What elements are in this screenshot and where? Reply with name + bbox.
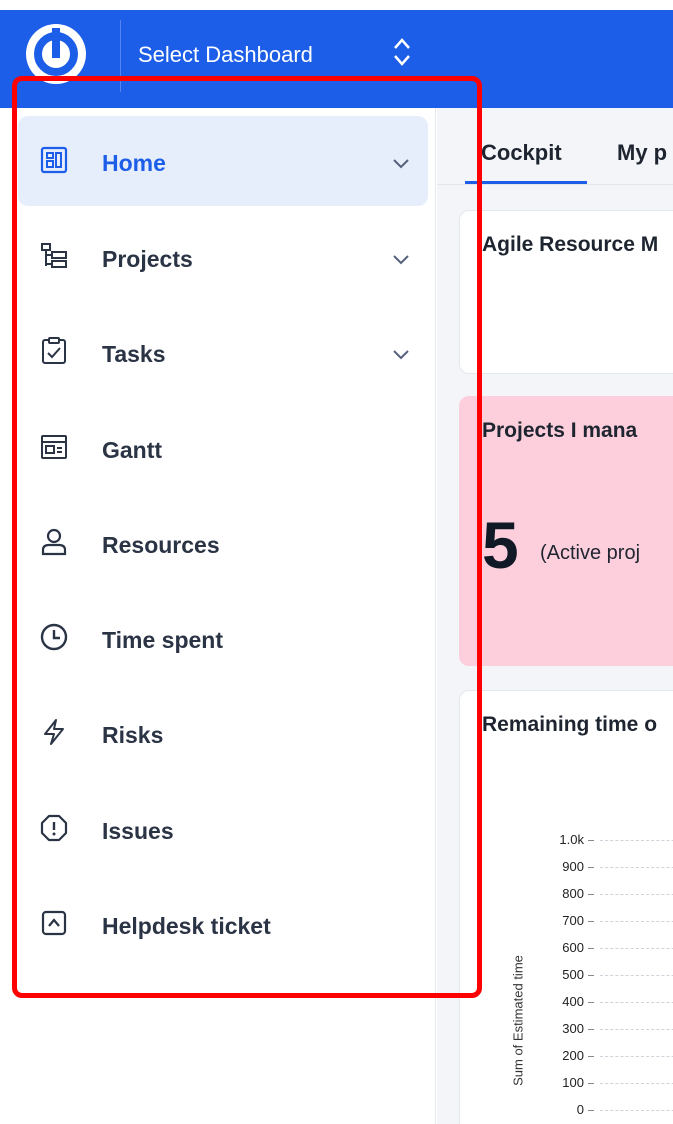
grid-line — [600, 975, 673, 976]
y-tick-mark — [588, 894, 594, 895]
y-tick-mark — [588, 1029, 594, 1030]
grid-line — [600, 1029, 673, 1030]
y-tick-mark — [588, 1056, 594, 1057]
y-tick-label: 1.0k — [559, 832, 584, 847]
chart-y-axis-title: Sum of Estimated time — [510, 955, 526, 1086]
y-tick-label: 300 — [562, 1021, 584, 1036]
grid-line — [600, 1002, 673, 1003]
app-logo[interactable] — [26, 24, 86, 84]
y-tick-label: 200 — [562, 1048, 584, 1063]
card-title[interactable]: Projects I mana — [482, 419, 637, 443]
grid-line — [600, 1056, 673, 1057]
tab-my-p[interactable]: My p — [617, 140, 667, 166]
y-tick-label: 700 — [562, 913, 584, 928]
y-tick-label: 800 — [562, 886, 584, 901]
grid-line — [600, 948, 673, 949]
y-tick-mark — [588, 1002, 594, 1003]
y-tick-mark — [588, 948, 594, 949]
y-tick-label: 400 — [562, 994, 584, 1009]
highlight-box — [12, 76, 482, 998]
tab-cockpit[interactable]: Cockpit — [481, 140, 562, 166]
projects-count[interactable]: 5 — [482, 507, 519, 583]
projects-managed-card: Projects I mana 5 (Active proj — [459, 396, 673, 666]
y-tick-mark — [588, 840, 594, 841]
dashboard-select-label[interactable]: Select Dashboard — [138, 42, 313, 68]
y-tick-label: 900 — [562, 859, 584, 874]
y-tick-mark — [588, 921, 594, 922]
remaining-time-card: Remaining time o Sum of Estimated time 1… — [459, 690, 673, 1124]
y-tick-mark — [588, 1083, 594, 1084]
grid-line — [600, 1083, 673, 1084]
grid-line — [600, 921, 673, 922]
y-tick-mark — [588, 867, 594, 868]
projects-count-caption: (Active proj — [540, 542, 641, 564]
y-tick-label: 500 — [562, 967, 584, 982]
grid-line — [600, 840, 673, 841]
chevron-up-down-icon[interactable] — [390, 32, 414, 72]
card-title[interactable]: Remaining time o — [482, 713, 657, 737]
y-tick-mark — [588, 975, 594, 976]
y-tick-label: 100 — [562, 1075, 584, 1090]
logo-bar — [52, 28, 60, 58]
y-tick-mark — [588, 1110, 594, 1111]
y-tick-label: 600 — [562, 940, 584, 955]
y-tick-label: 0 — [576, 1102, 584, 1117]
grid-line — [600, 894, 673, 895]
grid-line — [600, 867, 673, 868]
card-title[interactable]: Agile Resource M — [482, 233, 658, 257]
grid-line — [600, 1110, 673, 1111]
agile-resource-card: Agile Resource M — [459, 210, 673, 374]
